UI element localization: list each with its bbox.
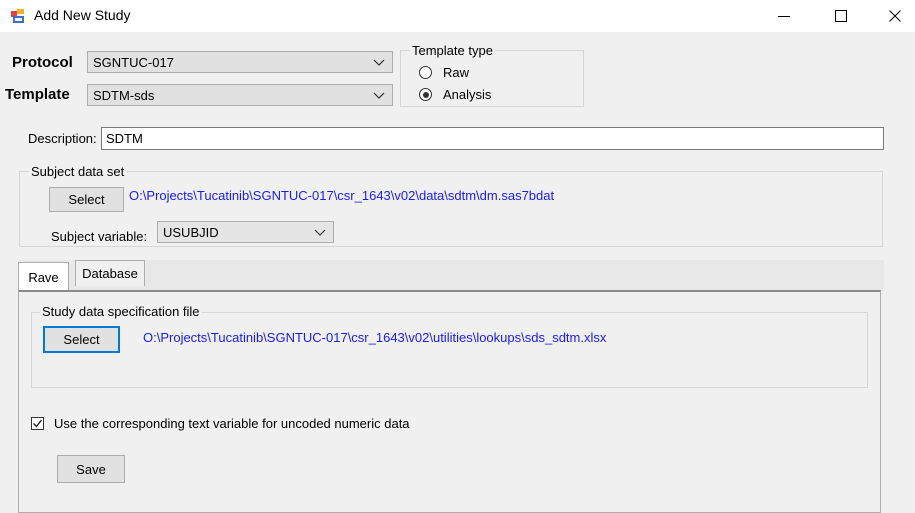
subject-variable-label: Subject variable: — [51, 229, 148, 244]
template-value: SDTM-sds — [93, 87, 155, 103]
uncoded-checkbox[interactable] — [31, 417, 44, 430]
chevron-down-icon — [373, 92, 385, 99]
raw-radio-label: Raw — [443, 65, 470, 80]
uncoded-checkbox-label: Use the corresponding text variable for … — [54, 416, 410, 431]
subject-data-path: O:\Projects\Tucatinib\SGNTUC-017\csr_164… — [129, 188, 555, 203]
raw-radio[interactable] — [419, 66, 432, 79]
template-label: Template — [5, 86, 70, 103]
protocol-value: SGNTUC-017 — [93, 54, 174, 70]
app-icon — [10, 8, 26, 24]
template-type-title: Template type — [410, 43, 495, 58]
protocol-label: Protocol — [12, 54, 73, 71]
subject-data-set-title: Subject data set — [29, 164, 127, 179]
tab-database[interactable]: Database — [75, 260, 145, 286]
subject-data-set-group — [19, 171, 883, 247]
minimize-icon — [778, 15, 790, 17]
radio-selected-dot — [422, 91, 429, 98]
minimize-button[interactable] — [761, 0, 807, 32]
tab-strip — [18, 260, 884, 291]
protocol-dropdown[interactable]: SGNTUC-017 — [87, 51, 393, 73]
study-spec-path: O:\Projects\Tucatinib\SGNTUC-017\csr_164… — [143, 330, 607, 345]
save-button[interactable]: Save — [57, 455, 125, 483]
subject-select-button[interactable]: Select — [49, 187, 124, 212]
chevron-down-icon — [373, 59, 385, 66]
maximize-button[interactable] — [818, 0, 864, 32]
window-title: Add New Study — [34, 7, 131, 23]
tab-rave[interactable]: Rave — [18, 262, 69, 291]
close-icon — [889, 10, 901, 22]
study-spec-select-button[interactable]: Select — [43, 326, 120, 353]
analysis-radio-label: Analysis — [443, 87, 492, 102]
checkmark-icon — [33, 419, 43, 428]
description-label: Description: — [28, 131, 97, 146]
description-input[interactable]: SDTM — [101, 127, 884, 150]
chevron-down-icon — [314, 229, 326, 236]
study-spec-title: Study data specification file — [40, 304, 202, 319]
subject-variable-dropdown[interactable]: USUBJID — [157, 221, 334, 243]
analysis-radio[interactable] — [419, 88, 432, 101]
close-button[interactable] — [872, 0, 915, 32]
title-bar: Add New Study — [0, 0, 915, 32]
template-dropdown[interactable]: SDTM-sds — [87, 84, 393, 106]
study-spec-group — [31, 312, 868, 388]
subject-variable-value: USUBJID — [163, 224, 219, 240]
maximize-icon — [835, 10, 847, 22]
description-value: SDTM — [106, 131, 143, 146]
